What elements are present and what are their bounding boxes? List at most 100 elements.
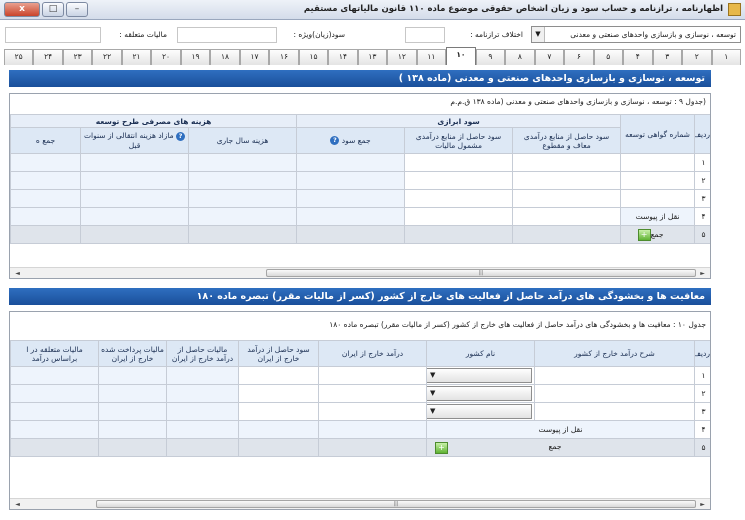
value-cell[interactable]: [80, 189, 190, 208]
value-cell[interactable]: [188, 171, 298, 190]
country-select[interactable]: ▼: [427, 368, 532, 383]
scroll-right-arrow-icon[interactable]: ►: [697, 269, 708, 278]
value-cell[interactable]: [296, 171, 406, 190]
value-cell[interactable]: [98, 420, 167, 439]
value-cell[interactable]: [512, 189, 622, 208]
help-icon[interactable]: ?: [176, 131, 186, 141]
col-taxable-profit-header: سود حاصل از منابع درآمدی مشمول مالیات: [404, 127, 514, 154]
value-cell[interactable]: [318, 366, 427, 385]
scroll-right-arrow-icon[interactable]: ►: [697, 500, 708, 509]
value-cell[interactable]: [98, 402, 167, 421]
scroll-left-arrow-icon[interactable]: ◄: [12, 269, 23, 278]
value-cell[interactable]: [10, 189, 82, 208]
tab-16[interactable]: ۱۶: [269, 49, 299, 65]
value-cell[interactable]: [188, 207, 298, 226]
value-cell[interactable]: [404, 189, 514, 208]
value-cell[interactable]: [98, 366, 167, 385]
value-cell[interactable]: [10, 171, 82, 190]
add-icon[interactable]: +: [637, 228, 651, 241]
tab-24[interactable]: ۲۴: [33, 49, 63, 65]
value-cell[interactable]: [512, 171, 622, 190]
tab-8[interactable]: ۸: [505, 49, 535, 65]
scroll-thumb[interactable]: |||: [266, 269, 696, 277]
value-cell[interactable]: [166, 402, 239, 421]
maximize-button[interactable]: □: [42, 2, 64, 17]
income-desc-input[interactable]: [534, 366, 695, 385]
value-cell[interactable]: [188, 153, 298, 172]
cert-number-input[interactable]: [620, 153, 696, 172]
add-icon[interactable]: +: [435, 441, 448, 454]
country-select[interactable]: ▼: [427, 404, 532, 419]
tab-19[interactable]: ۱۹: [180, 49, 211, 65]
value-cell[interactable]: [404, 153, 514, 172]
value-cell[interactable]: [10, 153, 82, 172]
section2-hscrollbar[interactable]: ► ||| ◄: [10, 498, 710, 509]
value-cell[interactable]: [10, 420, 99, 439]
value-cell[interactable]: [296, 153, 406, 172]
value-cell[interactable]: [318, 402, 427, 421]
tab-15[interactable]: ۱۵: [298, 49, 329, 65]
value-cell[interactable]: [10, 384, 99, 403]
value-cell[interactable]: [166, 420, 239, 439]
country-select[interactable]: ▼: [427, 386, 532, 401]
value-cell[interactable]: [404, 171, 514, 190]
value-cell[interactable]: [238, 366, 319, 385]
tab-6[interactable]: ۶: [564, 49, 594, 65]
value-cell[interactable]: [10, 402, 99, 421]
value-cell[interactable]: [318, 420, 427, 439]
section1-hscrollbar[interactable]: ► ||| ◄: [10, 267, 710, 278]
scroll-thumb[interactable]: |||: [96, 500, 696, 508]
value-cell[interactable]: [80, 153, 190, 172]
tab-12[interactable]: ۱۲: [387, 49, 417, 65]
value-cell[interactable]: [512, 153, 622, 172]
tab-20[interactable]: ۲۰: [151, 49, 181, 65]
tab-17[interactable]: ۱۷: [239, 49, 270, 65]
tab-18[interactable]: ۱۸: [210, 49, 240, 65]
value-cell[interactable]: [98, 384, 167, 403]
value-cell[interactable]: [188, 189, 298, 208]
col-row-header: ردیف: [694, 114, 710, 154]
tab-21[interactable]: ۲۱: [121, 49, 152, 65]
tab-25[interactable]: ۲۵: [3, 49, 34, 65]
tab-22[interactable]: ۲۲: [92, 49, 122, 65]
value-cell[interactable]: [512, 207, 622, 226]
value-cell[interactable]: [166, 384, 239, 403]
value-cell[interactable]: [404, 207, 514, 226]
chevron-down-icon[interactable]: ▼: [430, 371, 435, 379]
tab-9[interactable]: ۹: [475, 49, 506, 65]
income-desc-input[interactable]: [534, 402, 695, 421]
income-desc-input[interactable]: [534, 384, 695, 403]
minimize-button[interactable]: –: [66, 2, 88, 17]
scroll-left-arrow-icon[interactable]: ◄: [12, 500, 23, 509]
value-cell[interactable]: [10, 366, 99, 385]
chevron-down-icon[interactable]: ▼: [430, 407, 435, 415]
tab-13[interactable]: ۱۳: [357, 49, 388, 65]
tab-11[interactable]: ۱۱: [416, 49, 447, 65]
value-cell[interactable]: [238, 402, 319, 421]
form-type-dropdown[interactable]: توسعه ، نوسازی و بازسازی واحدهای صنعتی و…: [531, 26, 741, 43]
value-cell[interactable]: [238, 420, 319, 439]
tab-7[interactable]: ۷: [534, 49, 565, 65]
tab-2[interactable]: ۲: [682, 49, 712, 65]
tab-3[interactable]: ۳: [652, 49, 683, 65]
tab-10[interactable]: ۱۰: [446, 47, 476, 65]
close-button[interactable]: x: [4, 2, 40, 17]
tab-23[interactable]: ۲۳: [62, 49, 93, 65]
value-cell[interactable]: [318, 384, 427, 403]
chevron-down-icon[interactable]: ▼: [532, 27, 545, 42]
value-cell[interactable]: [10, 207, 82, 226]
tab-5[interactable]: ۵: [593, 49, 624, 65]
tab-1[interactable]: ۱: [711, 49, 741, 65]
value-cell[interactable]: [296, 189, 406, 208]
cert-number-input[interactable]: [620, 171, 696, 190]
tab-14[interactable]: ۱۴: [328, 49, 358, 65]
help-icon[interactable]: ?: [330, 136, 340, 146]
value-cell[interactable]: [166, 366, 239, 385]
value-cell[interactable]: [80, 171, 190, 190]
cert-number-input[interactable]: [620, 189, 696, 208]
tab-4[interactable]: ۴: [623, 49, 653, 65]
value-cell[interactable]: [80, 207, 190, 226]
value-cell[interactable]: [238, 384, 319, 403]
chevron-down-icon[interactable]: ▼: [430, 389, 435, 397]
value-cell[interactable]: [296, 207, 406, 226]
